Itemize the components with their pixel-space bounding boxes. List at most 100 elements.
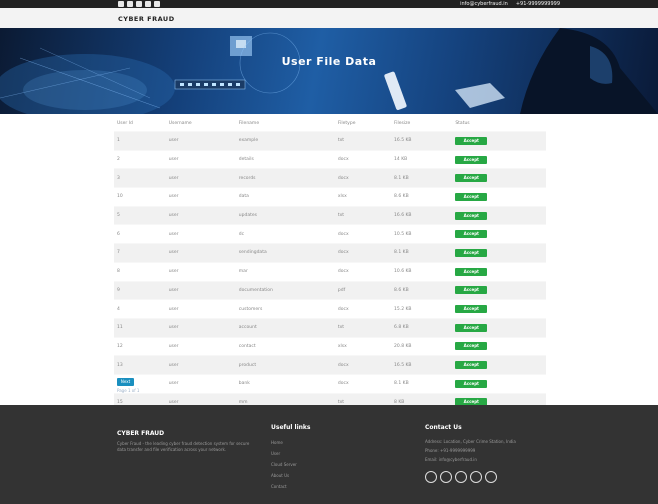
- cell-status: Accept: [452, 168, 546, 188]
- footer-link-cloud-server[interactable]: Cloud Server: [271, 462, 297, 467]
- accept-button[interactable]: Accept: [455, 379, 488, 388]
- cell-filesize: 16.5 KB: [391, 131, 453, 151]
- cell-user-id: 5: [114, 205, 166, 225]
- brand-bar: CYBER FRAUD: [0, 8, 658, 29]
- twitter-icon[interactable]: [127, 1, 133, 7]
- accept-button[interactable]: Accept: [455, 192, 488, 201]
- header-filename: Filename: [238, 121, 260, 126]
- cell-user-id: 6: [114, 224, 166, 244]
- cell-username: user: [165, 205, 236, 225]
- cell-filename: updates: [235, 205, 335, 225]
- cell-username: user: [165, 317, 236, 338]
- cell-username: user: [165, 131, 236, 151]
- cell-user-id: 2: [114, 149, 166, 169]
- site-logo[interactable]: CYBER FRAUD: [118, 15, 175, 23]
- accept-button[interactable]: Accept: [455, 323, 488, 332]
- cell-status: Accept: [452, 299, 546, 319]
- cell-filetype: docx: [334, 149, 392, 169]
- next-page-button[interactable]: Next: [117, 378, 134, 386]
- cell-filename: product: [235, 355, 335, 375]
- facebook-icon[interactable]: [425, 471, 437, 483]
- cell-username: user: [165, 299, 236, 319]
- cell-user-id: 1: [114, 131, 166, 151]
- cell-filesize: 10.6 KB: [391, 261, 453, 281]
- cell-username: user: [165, 261, 236, 281]
- cell-filename: data: [235, 187, 335, 207]
- hero-banner: User File Data: [0, 28, 658, 114]
- accept-button[interactable]: Accept: [455, 211, 488, 220]
- footer-phone[interactable]: Phone: +91-9999999999: [425, 448, 575, 454]
- accept-button[interactable]: Accept: [455, 361, 488, 370]
- header-filesize: Filesize: [394, 121, 411, 126]
- table-row: 9 user documentation pdf 8.6 KB Accept: [114, 280, 546, 300]
- header-filetype: Filetype: [337, 121, 356, 126]
- cell-filename: account: [235, 317, 335, 338]
- footer-link-about[interactable]: About Us: [271, 473, 289, 478]
- footer-contact-title: Contact Us: [425, 424, 462, 431]
- footer-link-contact[interactable]: Contact: [271, 484, 287, 489]
- cell-filesize: 16.6 KB: [391, 205, 453, 225]
- cell-status: Accept: [452, 355, 546, 375]
- cell-status: Accept: [452, 373, 546, 394]
- cell-filetype: docx: [334, 168, 392, 188]
- instagram-icon[interactable]: [470, 471, 482, 483]
- cell-username: user: [165, 149, 236, 169]
- table-row: 12 user contact xlsx 20.8 KB Accept: [114, 336, 546, 356]
- cell-user-id: 11: [114, 317, 166, 338]
- footer-about-text: Cyber Fraud - the leading cyber fraud de…: [117, 441, 250, 452]
- table-row: 2 user details docx 14 KB Accept: [114, 149, 546, 169]
- cell-filename: customers: [235, 299, 335, 319]
- cell-user-id: 10: [114, 187, 166, 207]
- linkedin-icon[interactable]: [455, 471, 467, 483]
- cell-username: user: [165, 373, 236, 394]
- table-row: 7 user sendingdata docx 8.1 KB Accept: [114, 243, 546, 263]
- cell-filename: contact: [235, 336, 335, 356]
- cell-username: user: [165, 224, 236, 244]
- accept-button[interactable]: Accept: [455, 342, 488, 351]
- youtube-icon[interactable]: [154, 1, 160, 7]
- cell-filetype: xlsx: [334, 187, 392, 207]
- accept-button[interactable]: Accept: [455, 286, 488, 295]
- footer-about-title: CYBER FRAUD: [117, 430, 165, 437]
- table-row: 1 user example txt 16.5 KB Accept: [114, 131, 546, 151]
- header-user-id: User Id: [117, 121, 133, 126]
- cell-status: Accept: [452, 149, 546, 169]
- top-contact: info@cyberfraud.in +91-9999999999: [460, 0, 560, 8]
- cell-filetype: txt: [334, 317, 392, 338]
- table-row: 5 user updates txt 16.6 KB Accept: [114, 205, 546, 225]
- facebook-icon[interactable]: [118, 1, 124, 7]
- cell-filetype: docx: [334, 261, 392, 281]
- cell-filename: bank: [235, 373, 335, 394]
- cell-filename: mar: [235, 261, 335, 281]
- accept-button[interactable]: Accept: [455, 248, 488, 257]
- cell-filesize: 14 KB: [391, 149, 453, 169]
- accept-button[interactable]: Accept: [455, 267, 488, 276]
- twitter-icon[interactable]: [440, 471, 452, 483]
- table-row: 3 user records docx 8.1 KB Accept: [114, 168, 546, 188]
- site-footer: [0, 405, 658, 504]
- cell-status: Accept: [452, 317, 546, 338]
- youtube-icon[interactable]: [485, 471, 497, 483]
- accept-button[interactable]: Accept: [455, 305, 488, 314]
- accept-button[interactable]: Accept: [455, 230, 488, 239]
- table-header-row: User Id Username Filename Filetype Files…: [114, 116, 546, 132]
- accept-button[interactable]: Accept: [455, 174, 488, 183]
- cell-filesize: 6.8 KB: [391, 317, 453, 338]
- footer-link-home[interactable]: Home: [271, 440, 283, 445]
- top-phone[interactable]: +91-9999999999: [516, 0, 560, 8]
- accept-button[interactable]: Accept: [455, 136, 488, 145]
- cell-filetype: xlsx: [334, 336, 392, 356]
- footer-links-title: Useful links: [271, 424, 311, 431]
- footer-email[interactable]: Email: info@cyberfraud.in: [425, 457, 575, 463]
- accept-button[interactable]: Accept: [455, 155, 488, 164]
- cell-filename: details: [235, 149, 335, 169]
- cell-user-id: 4: [114, 299, 166, 319]
- cell-status: Accept: [452, 205, 546, 225]
- footer-link-user[interactable]: User: [271, 451, 280, 456]
- top-email[interactable]: info@cyberfraud.in: [460, 0, 508, 8]
- instagram-icon[interactable]: [145, 1, 151, 7]
- file-data-table: User Id Username Filename Filetype Files…: [114, 116, 546, 430]
- linkedin-icon[interactable]: [136, 1, 142, 7]
- table-row: 10 user data xlsx 8.6 KB Accept: [114, 187, 546, 207]
- cell-filetype: docx: [334, 243, 392, 263]
